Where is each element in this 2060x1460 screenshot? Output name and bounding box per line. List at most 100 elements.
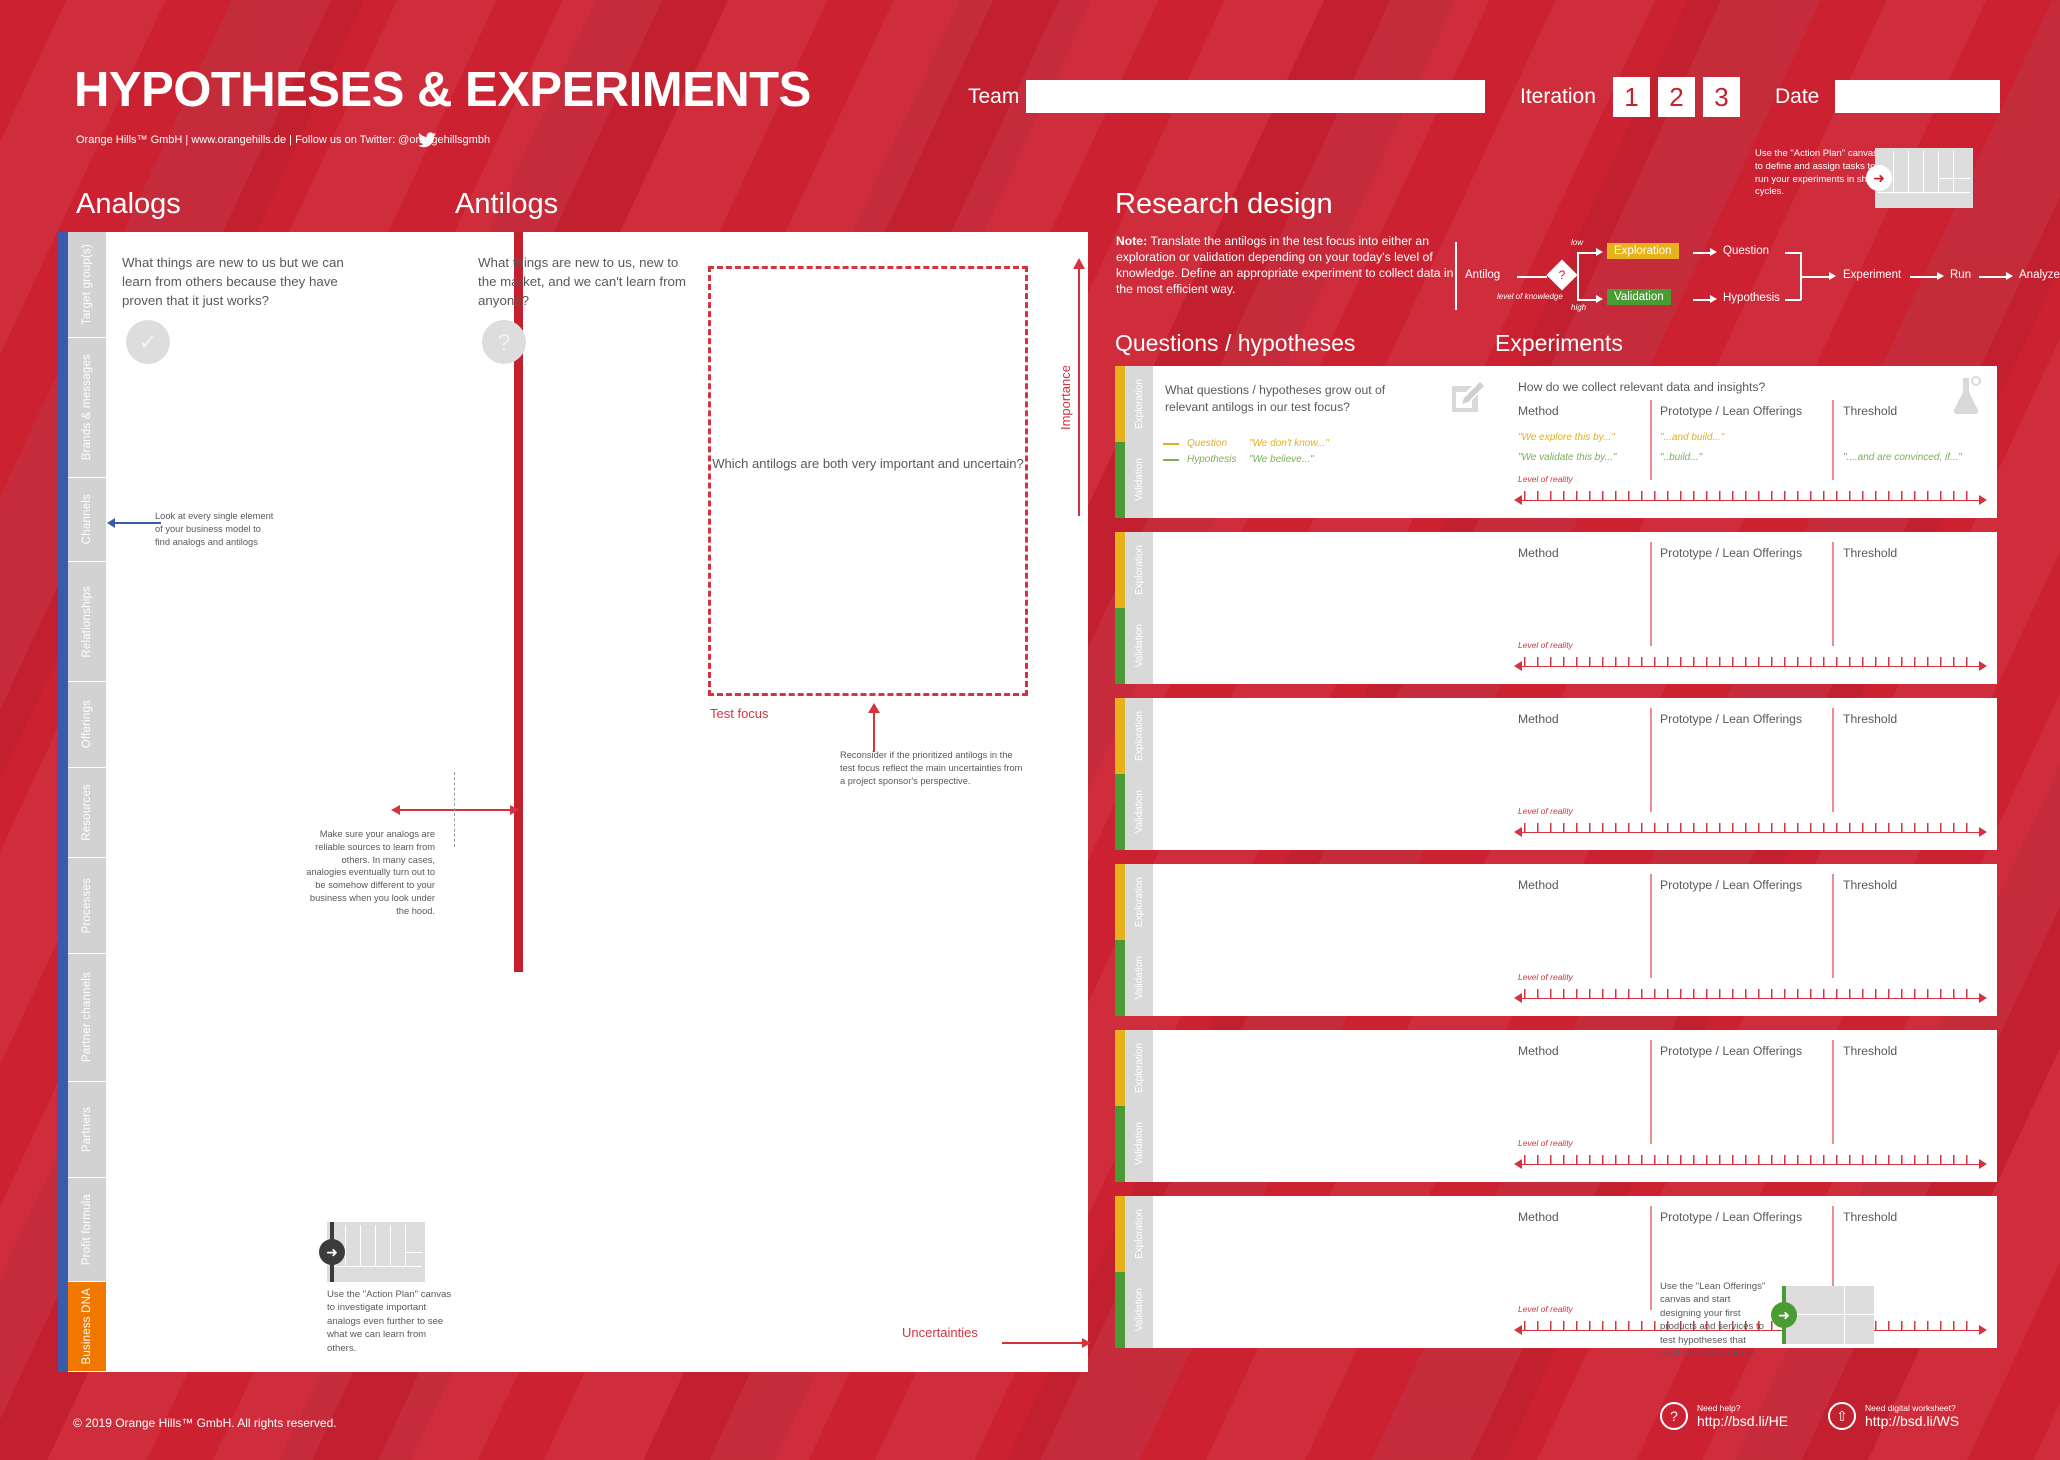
tab-validation[interactable]: Validation <box>1125 442 1153 518</box>
test-focus-box[interactable] <box>708 266 1028 696</box>
test-focus-label: Test focus <box>710 706 769 721</box>
test-focus-pointer-arrow <box>868 703 880 752</box>
level-of-reality-label: Level of reality <box>1518 1304 1573 1314</box>
tab-exploration-color <box>1115 698 1125 774</box>
tab-exploration[interactable]: Exploration <box>1125 1030 1153 1106</box>
scale-arrow-left <box>1514 993 1522 1003</box>
bmc-item-brands-messages[interactable]: Brands & messages <box>68 338 106 478</box>
scale-tick-label: Pre-sales <box>1860 507 1896 517</box>
experiment-col-prototype: Prototype / Lean Offerings <box>1660 712 1803 726</box>
tab-validation[interactable]: Validation <box>1125 1272 1153 1348</box>
tab-validation-color <box>1115 608 1125 684</box>
level-of-reality-scale: Level of reality e.g. Interview 2-week tri… <box>1500 640 1997 684</box>
arrow-right-badge-top: ➜ <box>1866 165 1892 191</box>
questions-hypotheses-row[interactable]: Exploration Validation <box>1115 1030 1500 1182</box>
experiment-col-threshold: Threshold <box>1843 404 1898 418</box>
copyright-text: © 2019 Orange Hills™ GmbH. All rights re… <box>73 1416 337 1430</box>
help1-url[interactable]: http://bsd.li/HE <box>1697 1413 1788 1429</box>
scale-tick-label: Pre-sales <box>1860 839 1896 849</box>
flow-experiment-label: Experiment <box>1843 269 1902 281</box>
experiment-row[interactable]: How do we collect relevant data and insi… <box>1500 366 1997 518</box>
experiment-row[interactable]: Method Prototype / Lean Offerings Threshol… <box>1500 698 1997 850</box>
bmc-item-relationships[interactable]: Relationships <box>68 562 106 682</box>
questions-hypotheses-row[interactable]: Exploration Validation <box>1115 532 1500 684</box>
questions-hypotheses-row[interactable]: Exploration Validation <box>1115 1196 1500 1348</box>
legend-example: "We don't know..." <box>1249 438 1329 449</box>
bmc-item-channels[interactable]: Channels <box>68 478 106 562</box>
bmc-item-profit-formula[interactable]: Profit formula <box>68 1178 106 1282</box>
questions-hypotheses-prompt: What questions / hypotheses grow out of … <box>1165 383 1386 415</box>
tab-exploration[interactable]: Exploration <box>1125 698 1153 774</box>
tab-validation[interactable]: Validation <box>1125 774 1153 850</box>
page-title: HYPOTHESES & EXPERIMENTS <box>74 63 811 117</box>
team-input[interactable] <box>1026 80 1485 113</box>
help-link-digital[interactable]: ⇧ Need digital worksheet? http://bsd.li/… <box>1828 1402 1959 1430</box>
tab-validation-label: Validation <box>1133 1288 1145 1332</box>
tab-exploration[interactable]: Exploration <box>1125 864 1153 940</box>
scale-arrow-left <box>1514 827 1522 837</box>
iteration-2-button[interactable]: 2 <box>1658 77 1695 117</box>
experiment-divider <box>1650 400 1652 480</box>
scale-tick-label: e.g. Interview <box>1520 1337 1571 1347</box>
bmc-item-partner-channels[interactable]: Partner channels <box>68 954 106 1082</box>
tab-validation-color <box>1115 774 1125 850</box>
help-link-worksheet[interactable]: ? Need help? http://bsd.li/HE <box>1660 1402 1788 1430</box>
date-input[interactable] <box>1835 80 2000 113</box>
level-of-reality-scale: Level of reality e.g. Interview 2-week tri… <box>1500 474 1997 518</box>
bmc-item-offerings[interactable]: Offerings <box>68 682 106 768</box>
experiment-col-prototype: Prototype / Lean Offerings <box>1660 404 1803 418</box>
level-of-reality-label: Level of reality <box>1518 806 1573 816</box>
experiment-row[interactable]: Method Prototype / Lean Offerings Threshol… <box>1500 1030 1997 1182</box>
bmc-item-processes[interactable]: Processes <box>68 858 106 954</box>
tab-exploration[interactable]: Exploration <box>1125 366 1153 442</box>
section-title-analogs: Analogs <box>76 188 181 220</box>
level-of-reality-label: Level of reality <box>1518 1138 1573 1148</box>
experiment-divider <box>1832 874 1834 978</box>
experiment-example-method-hypothesis: "We validate this by..." <box>1518 452 1617 463</box>
experiment-col-method: Method <box>1518 546 1559 560</box>
check-icon: ✓ <box>126 320 170 364</box>
bmc-item-business-dna[interactable]: Business DNA <box>68 1282 106 1372</box>
annotation-analog-reliability: Make sure your analogs are reliable sour… <box>306 829 435 916</box>
experiment-row[interactable]: Method Prototype / Lean Offerings Threshol… <box>1500 532 1997 684</box>
bmc-item-partners[interactable]: Partners <box>68 1082 106 1178</box>
bmc-item-target-group-s[interactable]: Target group(s) <box>68 232 106 338</box>
iteration-3-button[interactable]: 3 <box>1703 77 1740 117</box>
question-hypothesis-legend: Question "We don't know..." Hypothesis "We … <box>1163 438 1329 470</box>
iteration-label: Iteration <box>1520 85 1596 108</box>
tab-exploration[interactable]: Exploration <box>1125 1196 1153 1272</box>
research-design-flow-diagram: Antilog ? level of knowledge low high Ex… <box>1455 238 2060 315</box>
date-label: Date <box>1775 85 1820 108</box>
legend-name: Hypothesis <box>1187 454 1237 465</box>
tab-validation[interactable]: Validation <box>1125 1106 1153 1182</box>
bmc-item-label: Resources <box>81 784 93 841</box>
tab-validation[interactable]: Validation <box>1125 940 1153 1016</box>
double-arrow-divider <box>391 805 519 815</box>
iteration-1-button[interactable]: 1 <box>1613 77 1650 117</box>
level-of-reality-scale: Level of reality e.g. Interview 2-week tri… <box>1500 806 1997 850</box>
questions-hypotheses-row[interactable]: Exploration Validation <box>1115 864 1500 1016</box>
experiments-prompt: How do we collect relevant data and insi… <box>1518 380 1766 394</box>
scale-tick-label: 2-week trial <box>1705 507 1749 517</box>
tab-validation-label: Validation <box>1133 790 1145 834</box>
row-tab-column <box>1115 864 1125 1016</box>
scale-tick-label: 2-week trial <box>1705 839 1749 849</box>
scale-tick-label: e.g. Interview <box>1520 1171 1571 1181</box>
bmc-item-resources[interactable]: Resources <box>68 768 106 858</box>
tab-exploration-color <box>1115 1196 1125 1272</box>
action-plan-callout-text: Use the "Action Plan" canvas to investig… <box>327 1289 452 1354</box>
experiment-divider <box>1650 874 1652 978</box>
help2-url[interactable]: http://bsd.li/WS <box>1865 1413 1959 1429</box>
experiment-row[interactable]: Method Prototype / Lean Offerings Threshol… <box>1500 864 1997 1016</box>
level-of-reality-label: Level of reality <box>1518 972 1573 982</box>
tab-exploration[interactable]: Exploration <box>1125 532 1153 608</box>
tab-validation[interactable]: Validation <box>1125 608 1153 684</box>
experiment-divider <box>1832 708 1834 812</box>
questions-hypotheses-row[interactable]: Exploration Validation What questions / hy… <box>1115 366 1500 518</box>
experiment-example-threshold-hypothesis: "....and are convinced, if..." <box>1843 452 1962 463</box>
tab-exploration-label: Exploration <box>1133 1042 1145 1094</box>
experiment-col-method: Method <box>1518 1044 1559 1058</box>
bmc-item-label: Channels <box>81 494 93 545</box>
questions-hypotheses-row[interactable]: Exploration Validation <box>1115 698 1500 850</box>
flow-low-label: low <box>1571 238 1584 247</box>
